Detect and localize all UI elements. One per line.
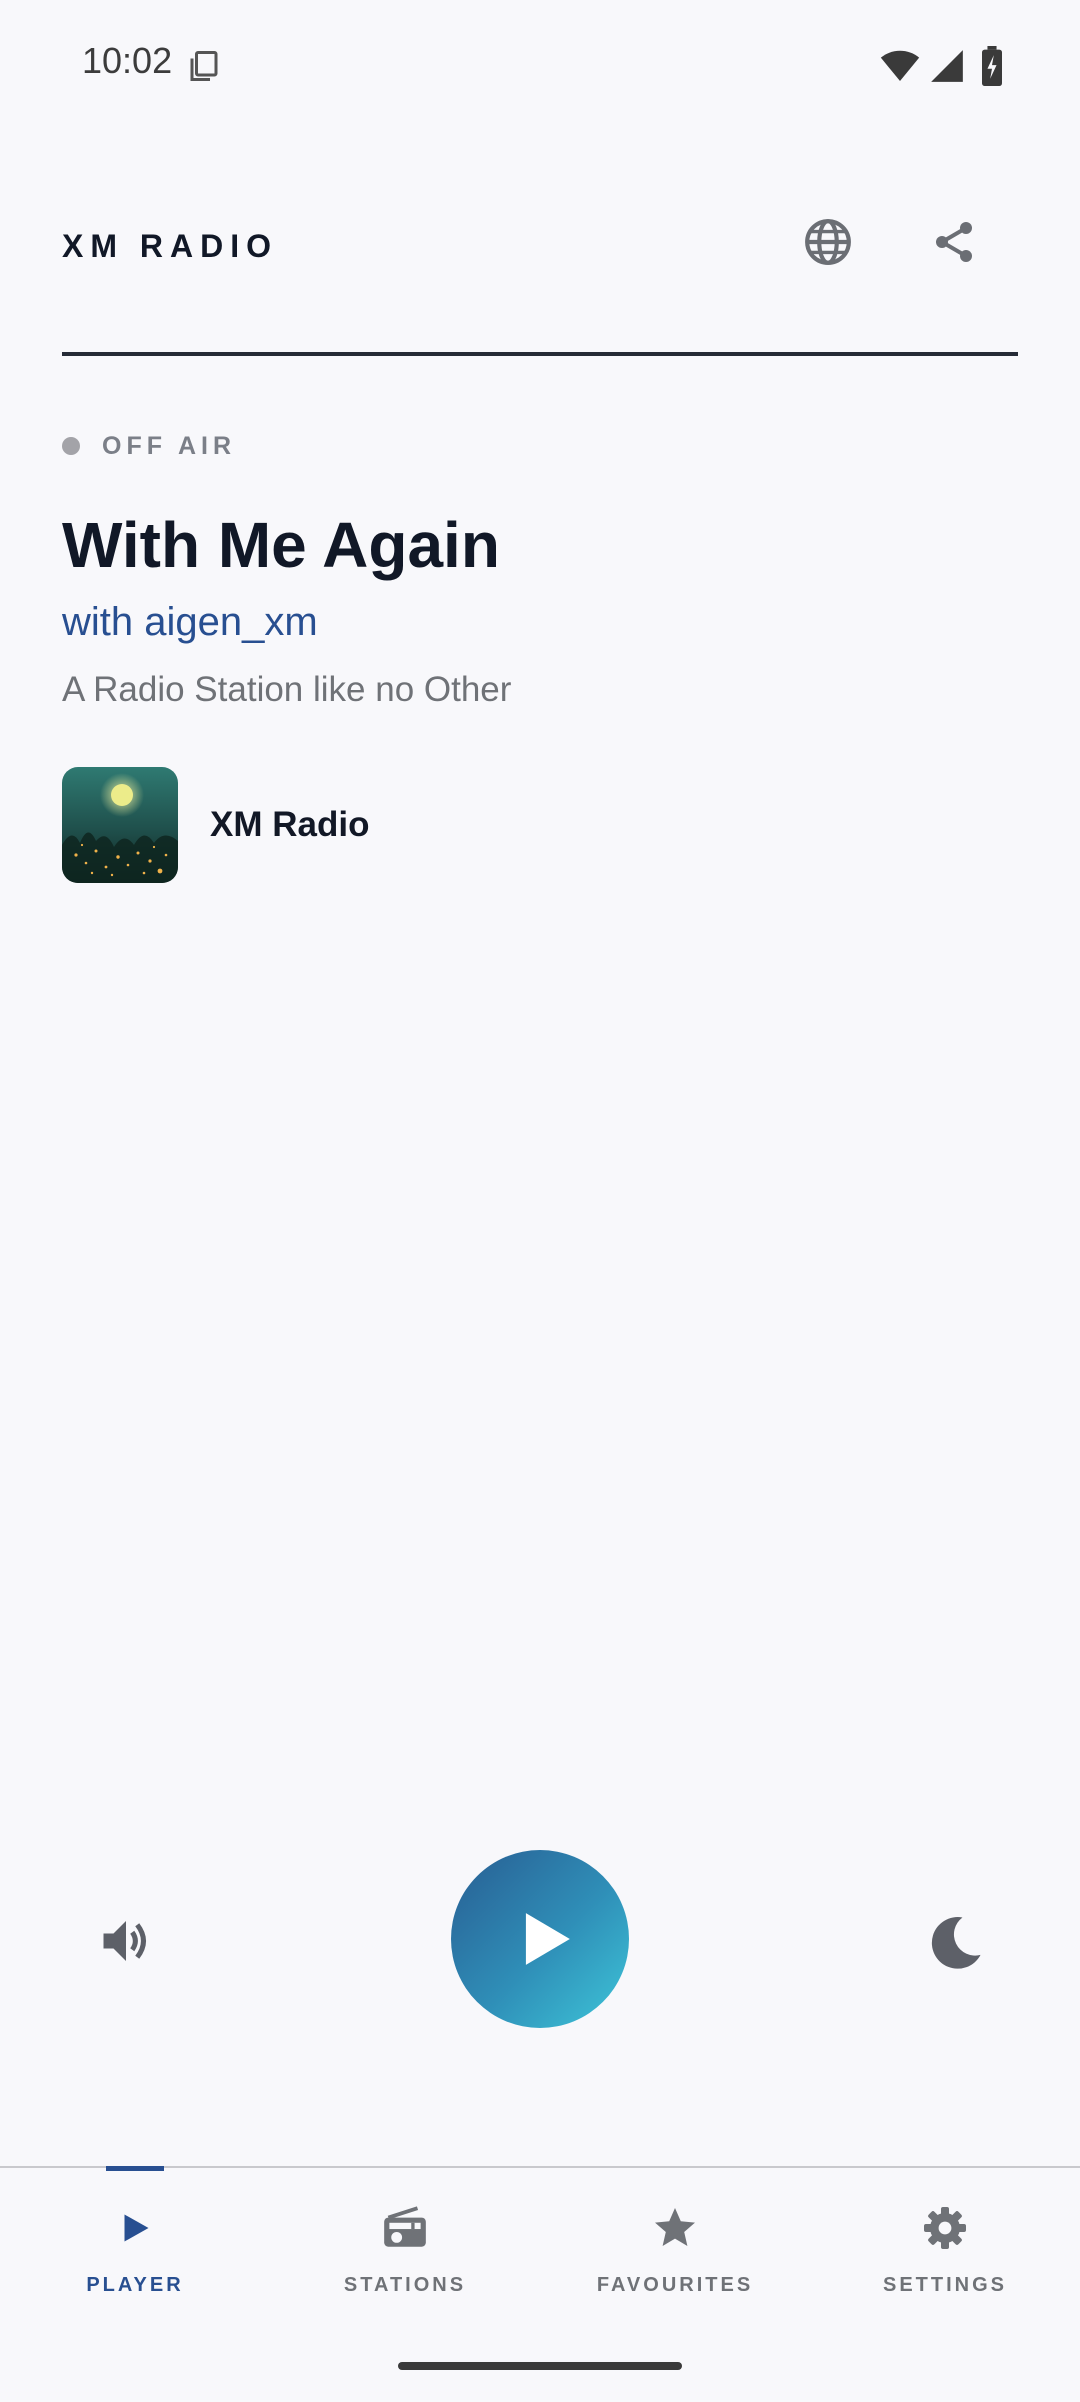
battery-charging-icon [982,46,1002,86]
status-dot [62,437,80,455]
screenshot-icon [190,51,218,81]
player-controls [0,1850,1080,2030]
station-card[interactable]: XM Radio [62,766,369,884]
station-name: XM Radio [210,805,370,844]
nav-item-player[interactable]: PLAYER [0,2166,270,2308]
broadcast-status: OFF AIR [62,430,236,462]
header-divider [62,352,1018,356]
nav-label-stations: STATIONS [343,2274,467,2296]
status-bar: 10:02 [0,0,1080,128]
wifi-icon [880,50,920,81]
sleep-timer-button[interactable] [916,1902,996,1982]
star-icon [645,2198,705,2258]
share-button[interactable] [924,212,984,272]
volume-button[interactable] [90,1905,162,1977]
signal-icon [931,50,963,82]
play-icon [525,1913,570,1965]
show-title: With Me Again [62,509,500,581]
app-title: XM RADIO [62,228,278,264]
status-icons [878,44,1008,88]
status-time: 10:02 [82,40,173,81]
station-artwork [62,767,178,883]
nav-item-settings[interactable]: SETTINGS [810,2168,1080,2308]
station-description: A Radio Station like no Other [62,670,512,709]
share-icon [936,222,972,262]
nav-item-stations[interactable]: STATIONS [270,2168,540,2308]
globe-icon [805,219,851,265]
website-button[interactable] [798,212,858,272]
status-label: OFF AIR [102,431,237,460]
nav-label-favourites: FAVOURITES [596,2274,754,2296]
active-tab-indicator [106,2166,164,2171]
play-button[interactable] [451,1850,629,2028]
app-header: XM RADIO [0,190,1080,360]
nav-item-favourites[interactable]: FAVOURITES [540,2168,810,2308]
volume-icon [103,1921,146,1961]
play-icon [105,2198,165,2258]
host-name: with aigen_xm [62,600,318,644]
radio-icon [375,2198,435,2258]
nav-label-settings: SETTINGS [882,2274,1007,2296]
moon-icon [931,1917,981,1969]
nav-label-player: PLAYER [86,2274,184,2296]
gear-icon [915,2198,975,2258]
home-indicator[interactable] [398,2362,682,2370]
